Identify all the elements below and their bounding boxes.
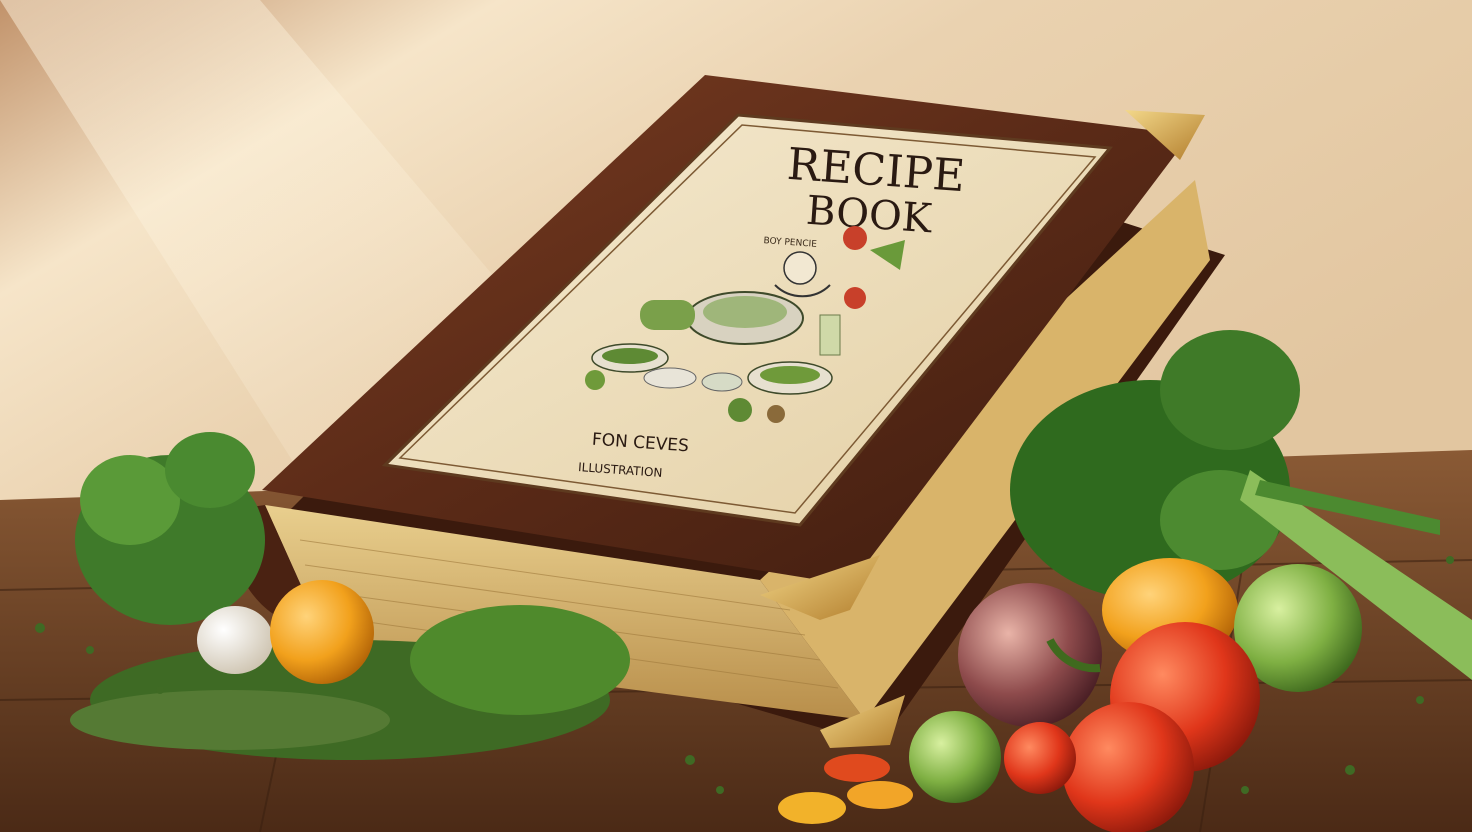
yellow-tomato <box>270 580 374 684</box>
pepper-slice-orange <box>778 792 846 824</box>
recipe-book-scene: RECIPE BOOK BOY PENCIE FON CEVES ILLUSTR… <box>0 0 1472 832</box>
tomato-front <box>1062 702 1194 832</box>
pepper-slice-red <box>824 754 890 782</box>
red-onion <box>958 583 1102 727</box>
cherry-tomato <box>1004 722 1076 794</box>
book-title-line2: BOOK <box>805 188 935 243</box>
garlic <box>197 606 273 674</box>
pepper-slice-yellow <box>847 781 913 809</box>
scene-illustration: RECIPE BOOK BOY PENCIE FON CEVES ILLUSTR… <box>0 0 1472 832</box>
green-tomato <box>909 711 1001 803</box>
